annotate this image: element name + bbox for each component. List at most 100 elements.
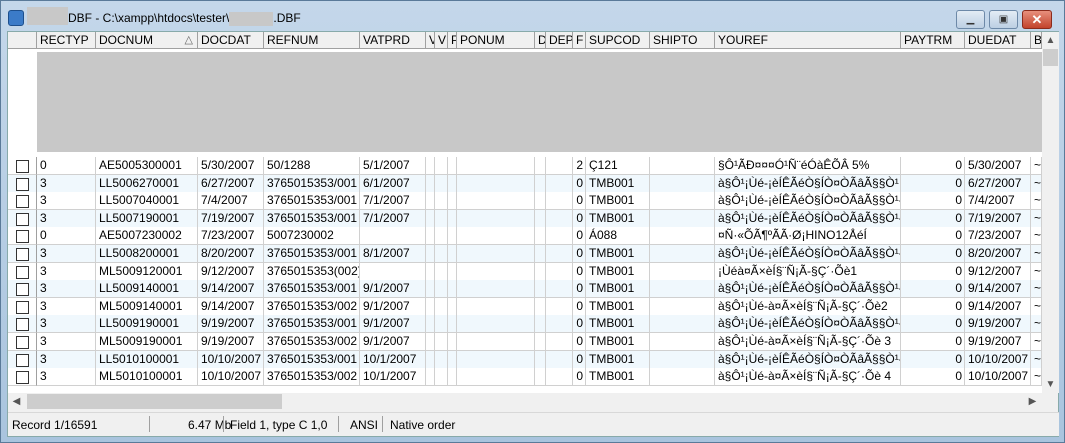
column-header-paytrm-15[interactable]: PAYTRM [901,32,965,49]
table-row[interactable]: 3 ML5009140001 9/14/2007 3765015353/002 9/1/… [8,297,1042,316]
cell-b[interactable]: ~ [1031,157,1042,175]
cell-v[interactable] [435,174,448,193]
cell-docnum[interactable]: LL5007040001 [96,192,198,211]
cell-v[interactable] [435,192,448,211]
row-checkbox[interactable] [16,230,29,244]
table-row[interactable]: 3 ML5009190001 9/19/2007 3765015353/002 9/1/… [8,333,1042,351]
cell-dep[interactable] [546,157,573,175]
cell-p[interactable] [448,297,457,316]
cell-v[interactable] [426,368,435,387]
cell-docdat[interactable]: 10/10/2007 [198,368,264,387]
column-header-docdat-2[interactable]: DOCDAT [198,32,264,49]
scroll-right-icon[interactable]: ▶ [1024,393,1041,410]
table-row[interactable]: 3 LL5007190001 7/19/2007 3765015353/001 7/1/… [8,209,1042,228]
cell-duedat[interactable]: 8/20/2007 [965,245,1031,263]
cell-v[interactable] [435,350,448,369]
cell-shipto[interactable] [650,297,715,316]
cell-f[interactable]: 2 [573,157,586,175]
cell-v[interactable] [426,315,435,334]
cell-ponum[interactable] [457,192,535,211]
cell-paytrm[interactable]: 0 [901,350,965,369]
cell-docdat[interactable]: 7/19/2007 [198,209,264,228]
cell-refnum[interactable]: 3765015353/001 [264,315,360,334]
cell-duedat[interactable]: 7/23/2007 [965,227,1031,246]
cell-vatprd[interactable]: 10/1/2007 [360,368,426,387]
cell-v[interactable] [426,209,435,228]
data-grid[interactable]: RECTYPDOCNUM△DOCDATREFNUMVATPRDVVPPONUMD… [8,32,1042,393]
cell-dep[interactable] [546,350,573,369]
cell-youref[interactable]: à§Ô¹¡Ùé-¡èÍÊÃéÒ§ÍÒ¤ÒÃâÃ§§Ò¹-6 [715,315,901,334]
cell-supcod[interactable]: TMB001 [586,333,650,351]
row-checkbox[interactable] [16,336,29,349]
scroll-down-icon[interactable]: ▼ [1042,376,1059,393]
cell-youref[interactable]: à§Ô¹¡Ùé-à¤Ã×èÍ§¨Ñ¡Ã-§Ç´·Õè2 [715,297,901,316]
cell-ponum[interactable] [457,350,535,369]
row-checkbox[interactable] [16,283,29,297]
cell-d[interactable] [535,174,546,193]
vertical-scrollbar[interactable]: ▲ ▼ [1042,32,1059,393]
cell-supcod[interactable]: TMB001 [586,192,650,211]
cell-v[interactable] [426,227,435,246]
column-header-shipto-13[interactable]: SHIPTO [650,32,715,49]
cell-supcod[interactable]: TMB001 [586,350,650,369]
cell-p[interactable] [448,227,457,246]
cell-ponum[interactable] [457,262,535,281]
cell-supcod[interactable]: TMB001 [586,262,650,281]
column-header-duedat-16[interactable]: DUEDAT [965,32,1031,49]
cell-dep[interactable] [546,209,573,228]
cell-paytrm[interactable]: 0 [901,315,965,334]
cell-shipto[interactable] [650,368,715,387]
cell-docdat[interactable]: 7/23/2007 [198,227,264,246]
table-row[interactable]: 3 LL5010100001 10/10/2007 3765015353/001 10/… [8,350,1042,369]
column-header-supcod-12[interactable]: SUPCOD [586,32,650,49]
close-button[interactable]: ✕ [1022,10,1052,29]
cell-paytrm[interactable]: 0 [901,297,965,316]
scroll-up-icon[interactable]: ▲ [1042,32,1059,49]
cell-f[interactable]: 0 [573,333,586,351]
cell-ponum[interactable] [457,227,535,246]
cell-shipto[interactable] [650,157,715,175]
table-row[interactable]: 3 LL5007040001 7/4/2007 3765015353/001 7/1/2… [8,192,1042,211]
cell-rectyp[interactable]: 3 [37,333,96,351]
cell-rectyp[interactable]: 3 [37,174,96,193]
cell-youref[interactable]: à§Ô¹¡Ùé-¡èÍÊÃéÒ§ÍÒ¤ÒÃâÃ§§Ò¹-3 [715,209,901,228]
row-checkbox[interactable] [16,195,29,209]
cell-refnum[interactable]: 3765015353(002) [264,262,360,281]
cell-b[interactable]: ~ [1031,350,1042,369]
cell-shipto[interactable] [650,333,715,351]
cell-shipto[interactable] [650,245,715,263]
cell-f[interactable]: 0 [573,297,586,316]
cell-refnum[interactable]: 5007230002 [264,227,360,246]
cell-vatprd[interactable]: 9/1/2007 [360,297,426,316]
row-checkbox[interactable] [16,177,29,191]
cell-docnum[interactable]: ML5010100001 [96,368,198,387]
cell-refnum[interactable]: 3765015353/001 [264,174,360,193]
cell-rectyp[interactable]: 3 [37,350,96,369]
cell-p[interactable] [448,280,457,299]
horizontal-scroll-thumb[interactable] [27,394,282,409]
cell-b[interactable]: ~ [1031,280,1042,299]
cell-d[interactable] [535,192,546,211]
column-header-ponum-8[interactable]: PONUM [457,32,535,49]
cell-dep[interactable] [546,368,573,387]
table-row[interactable]: 3 LL5006270001 6/27/2007 3765015353/001 6/1/… [8,174,1042,193]
cell-d[interactable] [535,245,546,263]
cell-b[interactable]: ~ [1031,333,1042,351]
cell-refnum[interactable]: 3765015353/002 [264,297,360,316]
cell-d[interactable] [535,315,546,334]
cell-refnum[interactable]: 3765015353/002 [264,333,360,351]
cell-f[interactable]: 0 [573,174,586,193]
cell-ponum[interactable] [457,368,535,387]
cell-d[interactable] [535,350,546,369]
cell-v[interactable] [426,245,435,263]
cell-shipto[interactable] [650,227,715,246]
column-header-f-11[interactable]: F [573,32,586,49]
cell-shipto[interactable] [650,209,715,228]
cell-youref[interactable]: à§Ô¹¡Ùé-¡èÍÊÃéÒ§ÍÒ¤ÒÃâÃ§§Ò¹-5 [715,280,901,299]
column-header-p-7[interactable]: P [448,32,457,49]
row-checkbox[interactable] [16,353,29,367]
cell-v[interactable] [426,192,435,211]
cell-f[interactable]: 0 [573,209,586,228]
cell-duedat[interactable]: 9/14/2007 [965,280,1031,299]
column-header-refnum-3[interactable]: REFNUM [264,32,360,49]
